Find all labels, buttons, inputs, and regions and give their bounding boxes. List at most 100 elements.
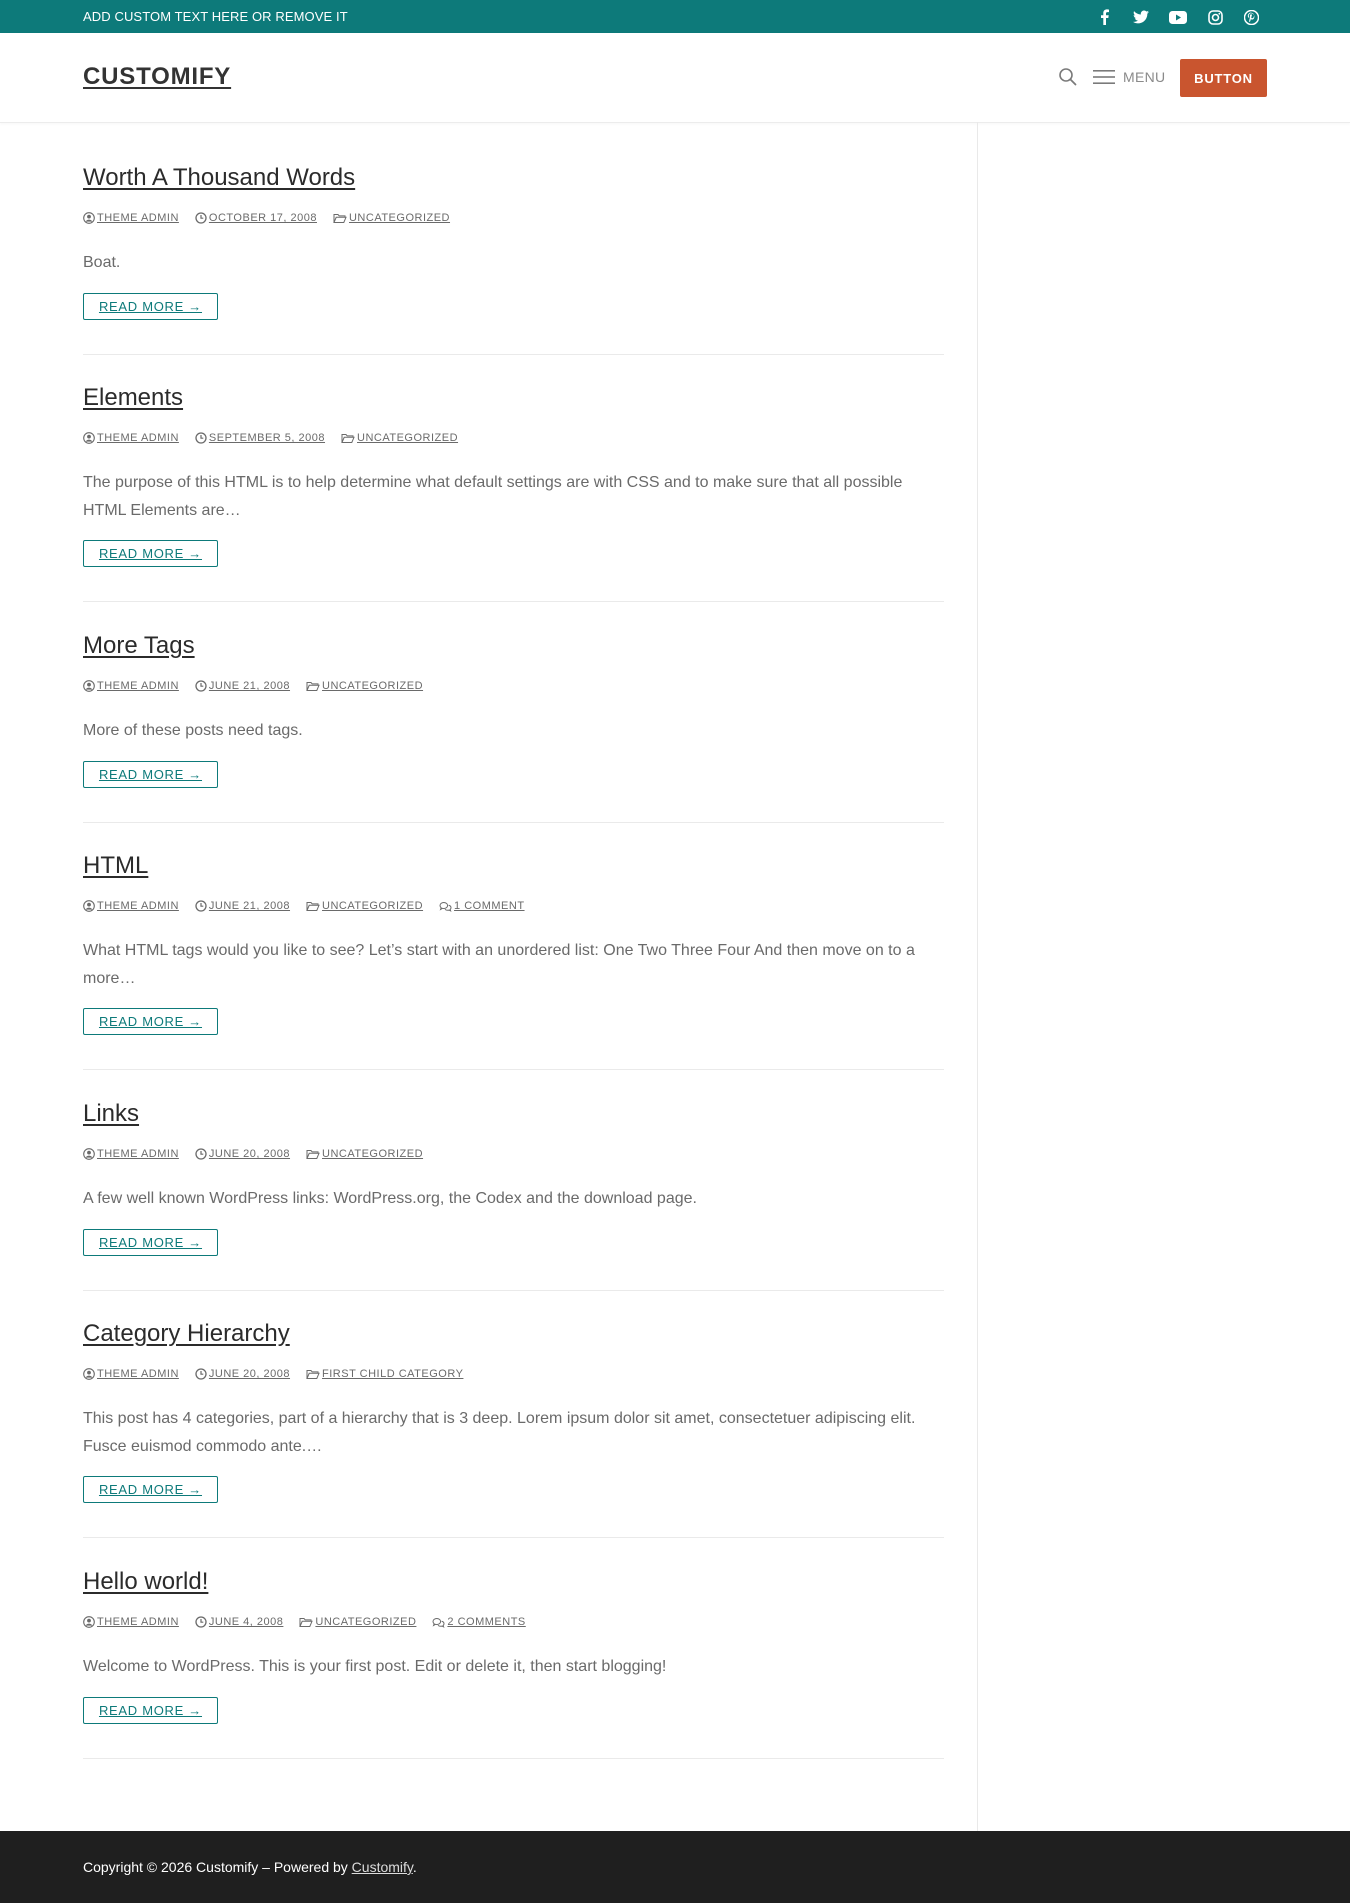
copyright-prefix: Copyright © 2026 Customify – Powered by: [83, 1859, 352, 1875]
hamburger-icon: [1093, 70, 1115, 84]
post-category: UNCATEGORIZED: [322, 680, 424, 692]
copyright-suffix: .: [412, 1859, 417, 1875]
folder-icon: [333, 213, 347, 223]
post-date-link[interactable]: JUNE 20, 2008: [195, 1368, 290, 1380]
user-icon: [83, 900, 95, 912]
post-excerpt: What HTML tags would you like to see? Le…: [83, 942, 915, 987]
post-meta: THEME ADMIN JUNE 20, 2008 FIRST CHILD CA…: [83, 1367, 479, 1381]
post-category-link[interactable]: UNCATEGORIZED: [299, 1616, 416, 1628]
post-divider: [83, 1537, 944, 1538]
folder-icon: [306, 681, 320, 691]
post-author-link[interactable]: THEME ADMIN: [83, 1148, 179, 1160]
post-title[interactable]: Links: [83, 1100, 139, 1128]
read-more-button[interactable]: READ MORE →: [83, 1476, 218, 1503]
post-title[interactable]: HTML: [83, 852, 148, 880]
post-category-link[interactable]: UNCATEGORIZED: [341, 432, 458, 444]
facebook-icon[interactable]: [1094, 7, 1114, 27]
post-date: JUNE 20, 2008: [208, 1368, 291, 1380]
post-category-link[interactable]: UNCATEGORIZED: [306, 900, 423, 912]
user-icon: [83, 432, 95, 444]
post-meta: THEME ADMIN OCTOBER 17, 2008 UNCATEGORIZ…: [83, 211, 466, 225]
folder-icon: [306, 901, 320, 911]
sidebar-divider: [977, 122, 978, 1831]
read-more-button[interactable]: READ MORE →: [83, 1229, 218, 1256]
post-excerpt: The purpose of this HTML is to help dete…: [83, 474, 903, 519]
user-icon: [83, 212, 95, 224]
read-more-button[interactable]: READ MORE →: [83, 540, 218, 567]
twitter-icon[interactable]: [1131, 7, 1151, 27]
post-author-link[interactable]: THEME ADMIN: [83, 1616, 179, 1628]
menu-toggle[interactable]: MENU: [1093, 67, 1165, 87]
post-author: THEME ADMIN: [97, 212, 179, 224]
post-meta: THEME ADMIN SEPTEMBER 5, 2008 UNCATEGORI…: [83, 431, 474, 445]
post-date-link[interactable]: JUNE 21, 2008: [195, 680, 290, 692]
post-category: UNCATEGORIZED: [322, 1148, 424, 1160]
post-date: JUNE 21, 2008: [208, 900, 291, 912]
post-category-link[interactable]: UNCATEGORIZED: [333, 212, 450, 224]
post-author: THEME ADMIN: [97, 1368, 179, 1380]
post-title[interactable]: Worth A Thousand Words: [83, 164, 355, 192]
post-title[interactable]: Elements: [83, 384, 183, 412]
top-bar: ADD CUSTOM TEXT HERE OR REMOVE IT: [0, 0, 1350, 33]
site-logo[interactable]: CUSTOMIFY: [83, 63, 231, 91]
post-title[interactable]: More Tags: [83, 632, 195, 660]
clock-icon: [195, 1148, 207, 1160]
post-title[interactable]: Hello world!: [83, 1568, 208, 1596]
post-category-link[interactable]: FIRST CHILD CATEGORY: [306, 1368, 463, 1380]
folder-icon: [341, 433, 355, 443]
post-date-link[interactable]: JUNE 21, 2008: [195, 900, 290, 912]
post-date-link[interactable]: JUNE 20, 2008: [195, 1148, 290, 1160]
pinterest-icon[interactable]: [1241, 7, 1261, 27]
post-author-link[interactable]: THEME ADMIN: [83, 900, 179, 912]
clock-icon: [195, 1368, 207, 1380]
search-icon[interactable]: [1058, 67, 1078, 87]
post-title[interactable]: Category Hierarchy: [83, 1320, 290, 1348]
post-category: UNCATEGORIZED: [315, 1616, 417, 1628]
comments-icon: [439, 901, 452, 912]
clock-icon: [195, 900, 207, 912]
post-category-link[interactable]: UNCATEGORIZED: [306, 1148, 423, 1160]
post-author-link[interactable]: THEME ADMIN: [83, 212, 179, 224]
read-more-button[interactable]: READ MORE →: [83, 1008, 218, 1035]
post-comments: 2 COMMENTS: [447, 1616, 526, 1628]
instagram-icon[interactable]: [1205, 7, 1225, 27]
youtube-icon[interactable]: [1168, 7, 1188, 27]
post-divider: [83, 1290, 944, 1291]
copyright-text: Copyright © 2026 Customify – Powered by …: [83, 1859, 417, 1875]
read-more-button[interactable]: READ MORE →: [83, 761, 218, 788]
footer-customify-link[interactable]: Customify: [352, 1859, 413, 1875]
post-category: FIRST CHILD CATEGORY: [322, 1368, 464, 1380]
post-date: JUNE 4, 2008: [208, 1616, 284, 1628]
clock-icon: [195, 432, 207, 444]
folder-icon: [299, 1617, 314, 1627]
post-author-link[interactable]: THEME ADMIN: [83, 1368, 179, 1380]
read-more-button[interactable]: READ MORE →: [83, 293, 218, 320]
post-divider: [83, 1069, 944, 1070]
post-category: UNCATEGORIZED: [322, 900, 424, 912]
post-excerpt: A few well known WordPress links: WordPr…: [83, 1190, 697, 1207]
post-date: JUNE 21, 2008: [208, 680, 291, 692]
header-cta-button[interactable]: BUTTON: [1180, 59, 1267, 97]
post-author-link[interactable]: THEME ADMIN: [83, 432, 179, 444]
post-excerpt: More of these posts need tags.: [83, 722, 303, 739]
post-date-link[interactable]: SEPTEMBER 5, 2008: [195, 432, 325, 444]
post-author-link[interactable]: THEME ADMIN: [83, 680, 179, 692]
comments-icon: [432, 1617, 445, 1628]
folder-icon: [306, 1369, 320, 1379]
post-category: UNCATEGORIZED: [348, 212, 451, 224]
read-more-button[interactable]: READ MORE →: [83, 1697, 218, 1724]
post-meta: THEME ADMIN JUNE 4, 2008 UNCATEGORIZED 2…: [83, 1615, 542, 1629]
post-comments-link[interactable]: 2 COMMENTS: [432, 1616, 525, 1628]
site-header: CUSTOMIFY MENU BUTTON: [0, 33, 1350, 123]
post-divider: [83, 822, 944, 823]
post-excerpt: This post has 4 categories, part of a hi…: [83, 1410, 916, 1455]
post-excerpt: Boat.: [83, 254, 121, 271]
post-divider: [83, 354, 944, 355]
post-category-link[interactable]: UNCATEGORIZED: [306, 680, 423, 692]
post-comments: 1 COMMENT: [454, 900, 525, 912]
post-date-link[interactable]: JUNE 4, 2008: [195, 1616, 283, 1628]
post-comments-link[interactable]: 1 COMMENT: [439, 900, 525, 912]
user-icon: [83, 1616, 95, 1628]
post-author: THEME ADMIN: [97, 432, 179, 444]
post-date-link[interactable]: OCTOBER 17, 2008: [195, 212, 317, 224]
